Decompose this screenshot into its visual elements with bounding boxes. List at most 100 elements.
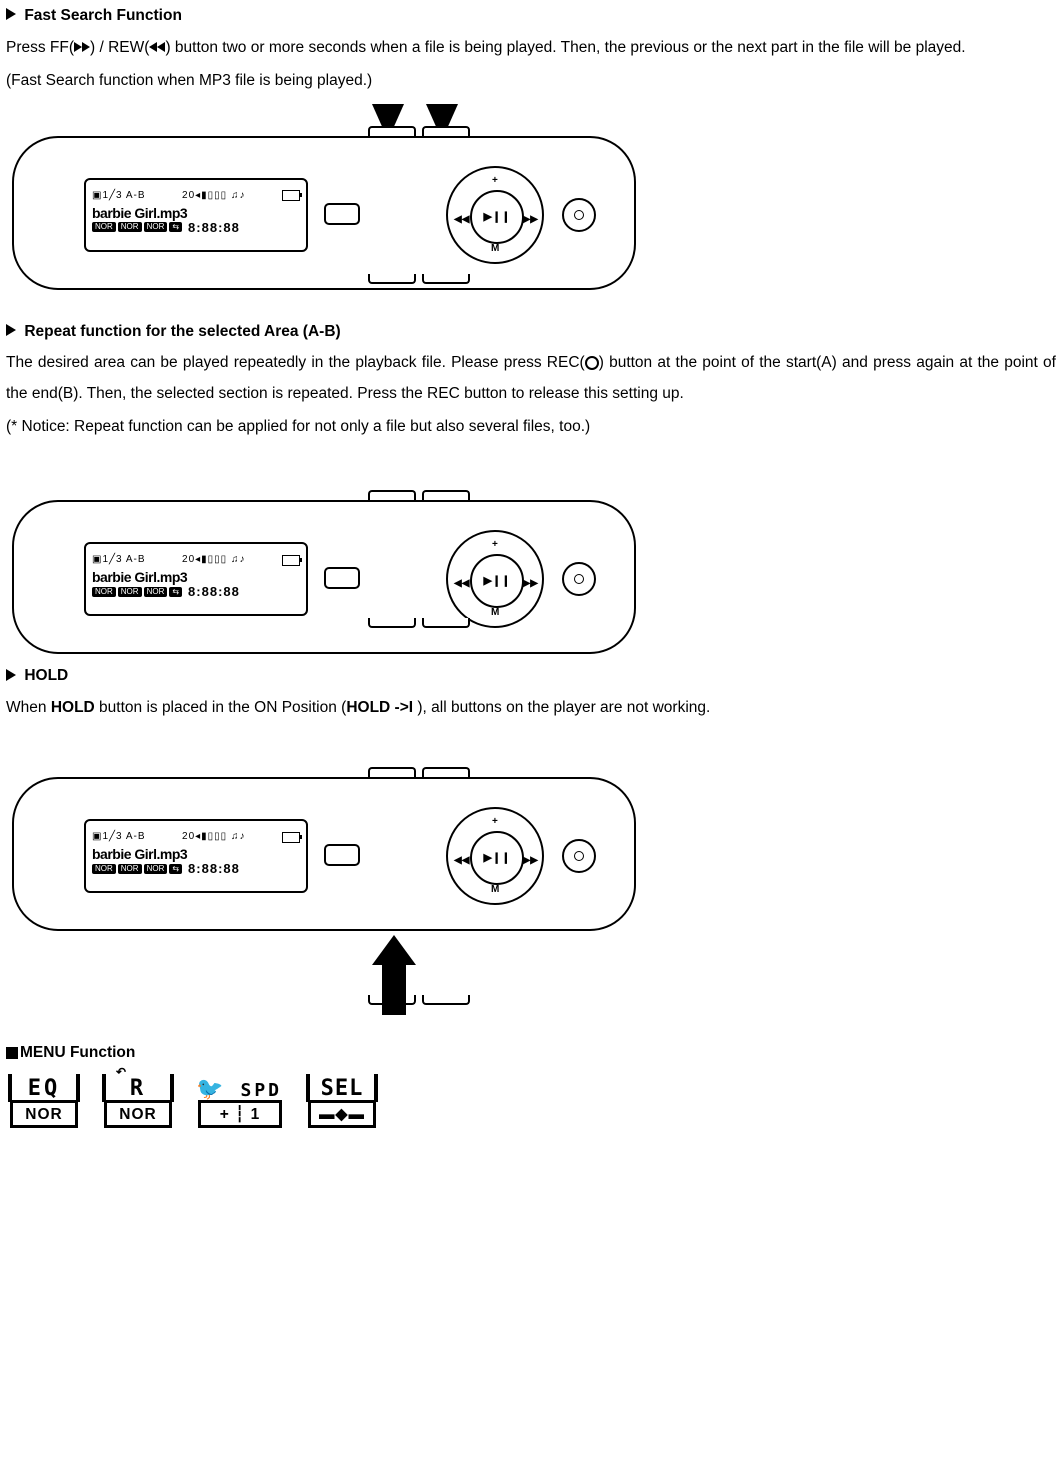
menu-icon-repeat: ↶ R NOR [104, 1072, 172, 1128]
sel-icon: SEL [308, 1072, 376, 1100]
fast-search-note: (Fast Search function when MP3 file is b… [6, 65, 1056, 96]
bottom-tab [368, 274, 416, 284]
lcd-screen: ▣1╱3 A-B 20◂▮▯▯▯ ♫♪ barbie Girl.mp3 NOR … [84, 542, 308, 616]
lcd-vol: 20◂▮▯▯▯ ♫♪ [182, 550, 245, 570]
lcd-tag: NOR [144, 222, 168, 232]
text-part: ) button two or more seconds when a file… [165, 39, 965, 56]
rec-icon [585, 356, 599, 370]
lcd-fileindex: ▣1╱3 A-B [92, 550, 146, 570]
section-header-repeat: Repeat function for the selected Area (A… [6, 320, 1056, 344]
lcd-tag: NOR [92, 222, 116, 232]
play-pause-button: ▶❙❙ [470, 190, 524, 244]
section-header-hold: HOLD [6, 664, 1056, 688]
dial-top-icon: + [492, 171, 498, 191]
lcd-status-row: ▣1╱3 A-B 20◂▮▯▯▯ ♫♪ [92, 827, 300, 847]
headphone-jack-icon [562, 839, 596, 873]
menu-icon-speed: 🐦 SPD + ┆ 1 [198, 1072, 282, 1128]
text-part: button is placed in the ON Position ( [95, 699, 347, 716]
device-body: ▣1╱3 A-B 20◂▮▯▯▯ ♫♪ barbie Girl.mp3 NOR … [12, 500, 636, 654]
section-title: Fast Search Function [24, 7, 182, 24]
section-title: HOLD [24, 667, 68, 684]
lcd-status-row: ▣1╱3 A-B 20◂▮▯▯▯ ♫♪ [92, 186, 300, 206]
hold-label: HOLD [51, 699, 95, 716]
speed-icon: 🐦 SPD [198, 1072, 282, 1100]
hold-label-pos: HOLD ->I [346, 699, 417, 716]
headphone-jack-icon [562, 198, 596, 232]
play-pause-button: ▶❙❙ [470, 554, 524, 608]
lcd-tag: NOR [144, 864, 168, 874]
device-illustration-1: ▣1╱3 A-B 20◂▮▯▯▯ ♫♪ barbie Girl.mp3 NOR … [12, 108, 632, 308]
dial-top-icon: + [492, 812, 498, 832]
icon-value: NOR [10, 1100, 78, 1128]
repeat-text: The desired area can be played repeatedl… [6, 347, 1056, 409]
menu-icon-sel: SEL ▬◆▬ [308, 1072, 376, 1128]
control-dial: ▶❙❙ ◀◀ ▶▶ + M [446, 166, 544, 264]
dial-left-icon: ◀◀ [454, 851, 469, 871]
lcd-vol: 20◂▮▯▯▯ ♫♪ [182, 186, 245, 206]
lcd-tag: ⇆ [169, 587, 182, 597]
dial-right-icon: ▶▶ [523, 210, 538, 230]
bullet-arrow-icon [6, 665, 16, 688]
port-icon [324, 567, 360, 589]
bottom-tab [422, 995, 470, 1005]
device-illustration-3: ▣1╱3 A-B 20◂▮▯▯▯ ♫♪ barbie Girl.mp3 NOR … [12, 749, 632, 1029]
dial-top-icon: + [492, 535, 498, 555]
up-arrow-icon [372, 935, 416, 1015]
dial-right-icon: ▶▶ [523, 574, 538, 594]
menu-icon-eq: EQ NOR [10, 1072, 78, 1128]
hold-text: When HOLD button is placed in the ON Pos… [6, 692, 1056, 723]
lcd-screen: ▣1╱3 A-B 20◂▮▯▯▯ ♫♪ barbie Girl.mp3 NOR … [84, 819, 308, 893]
section-title: MENU Function [20, 1044, 135, 1061]
bottom-tab [422, 274, 470, 284]
icon-value: + ┆ 1 [198, 1100, 282, 1128]
dial-right-icon: ▶▶ [523, 851, 538, 871]
text-part: ), all buttons on the player are not wor… [417, 699, 710, 716]
bottom-tab [368, 618, 416, 628]
text-part: Press FF( [6, 39, 74, 56]
fast-search-text: Press FF( ) / REW( ) button two or more se… [6, 32, 1056, 63]
control-dial: ▶❙❙ ◀◀ ▶▶ + M [446, 530, 544, 628]
lcd-time: 8:88:88 [188, 862, 240, 875]
icon-label: R [130, 1078, 146, 1100]
lcd-trackname: barbie Girl.mp3 [92, 847, 300, 861]
control-dial: ▶❙❙ ◀◀ ▶▶ + M [446, 807, 544, 905]
square-bullet-icon [6, 1047, 18, 1059]
dial-left-icon: ◀◀ [454, 574, 469, 594]
ff-icon [74, 32, 90, 63]
text-part: ) / REW( [90, 39, 149, 56]
lcd-tag: NOR [92, 587, 116, 597]
menu-icons-row: EQ NOR ↶ R NOR 🐦 SPD + ┆ 1 SEL ▬◆▬ [10, 1072, 1056, 1128]
dial-bottom-icon: M [491, 880, 499, 900]
device-illustration-2: ▣1╱3 A-B 20◂▮▯▯▯ ♫♪ barbie Girl.mp3 NOR … [12, 472, 632, 652]
lcd-bottom-row: NOR NOR NOR ⇆ 8:88:88 [92, 585, 300, 598]
dial-left-icon: ◀◀ [454, 210, 469, 230]
headphone-jack-icon [562, 562, 596, 596]
lcd-vol: 20◂▮▯▯▯ ♫♪ [182, 827, 245, 847]
repeat-notice: (* Notice: Repeat function can be applie… [6, 411, 1056, 442]
lcd-time: 8:88:88 [188, 585, 240, 598]
lcd-fileindex: ▣1╱3 A-B [92, 186, 146, 206]
play-pause-button: ▶❙❙ [470, 831, 524, 885]
bullet-arrow-icon [6, 320, 16, 343]
repeat-icon: ↶ R [104, 1072, 172, 1100]
battery-icon [282, 832, 300, 843]
dial-bottom-icon: M [491, 239, 499, 259]
lcd-tag: NOR [118, 587, 142, 597]
lcd-tag: NOR [144, 587, 168, 597]
section-header-menu: MENU Function [6, 1041, 1056, 1064]
lcd-tag: NOR [92, 864, 116, 874]
bottom-tab [422, 618, 470, 628]
lcd-bottom-row: NOR NOR NOR ⇆ 8:88:88 [92, 862, 300, 875]
eq-icon: EQ [10, 1072, 78, 1100]
battery-icon [282, 190, 300, 201]
text-part: When [6, 699, 51, 716]
icon-value: ▬◆▬ [308, 1100, 376, 1128]
dial-bottom-icon: M [491, 603, 499, 623]
device-body: ▣1╱3 A-B 20◂▮▯▯▯ ♫♪ barbie Girl.mp3 NOR … [12, 136, 636, 290]
lcd-fileindex: ▣1╱3 A-B [92, 827, 146, 847]
icon-label: SPD [240, 1082, 282, 1100]
rew-icon [149, 32, 165, 63]
lcd-trackname: barbie Girl.mp3 [92, 570, 300, 584]
lcd-tag: NOR [118, 222, 142, 232]
bullet-arrow-icon [6, 4, 16, 27]
